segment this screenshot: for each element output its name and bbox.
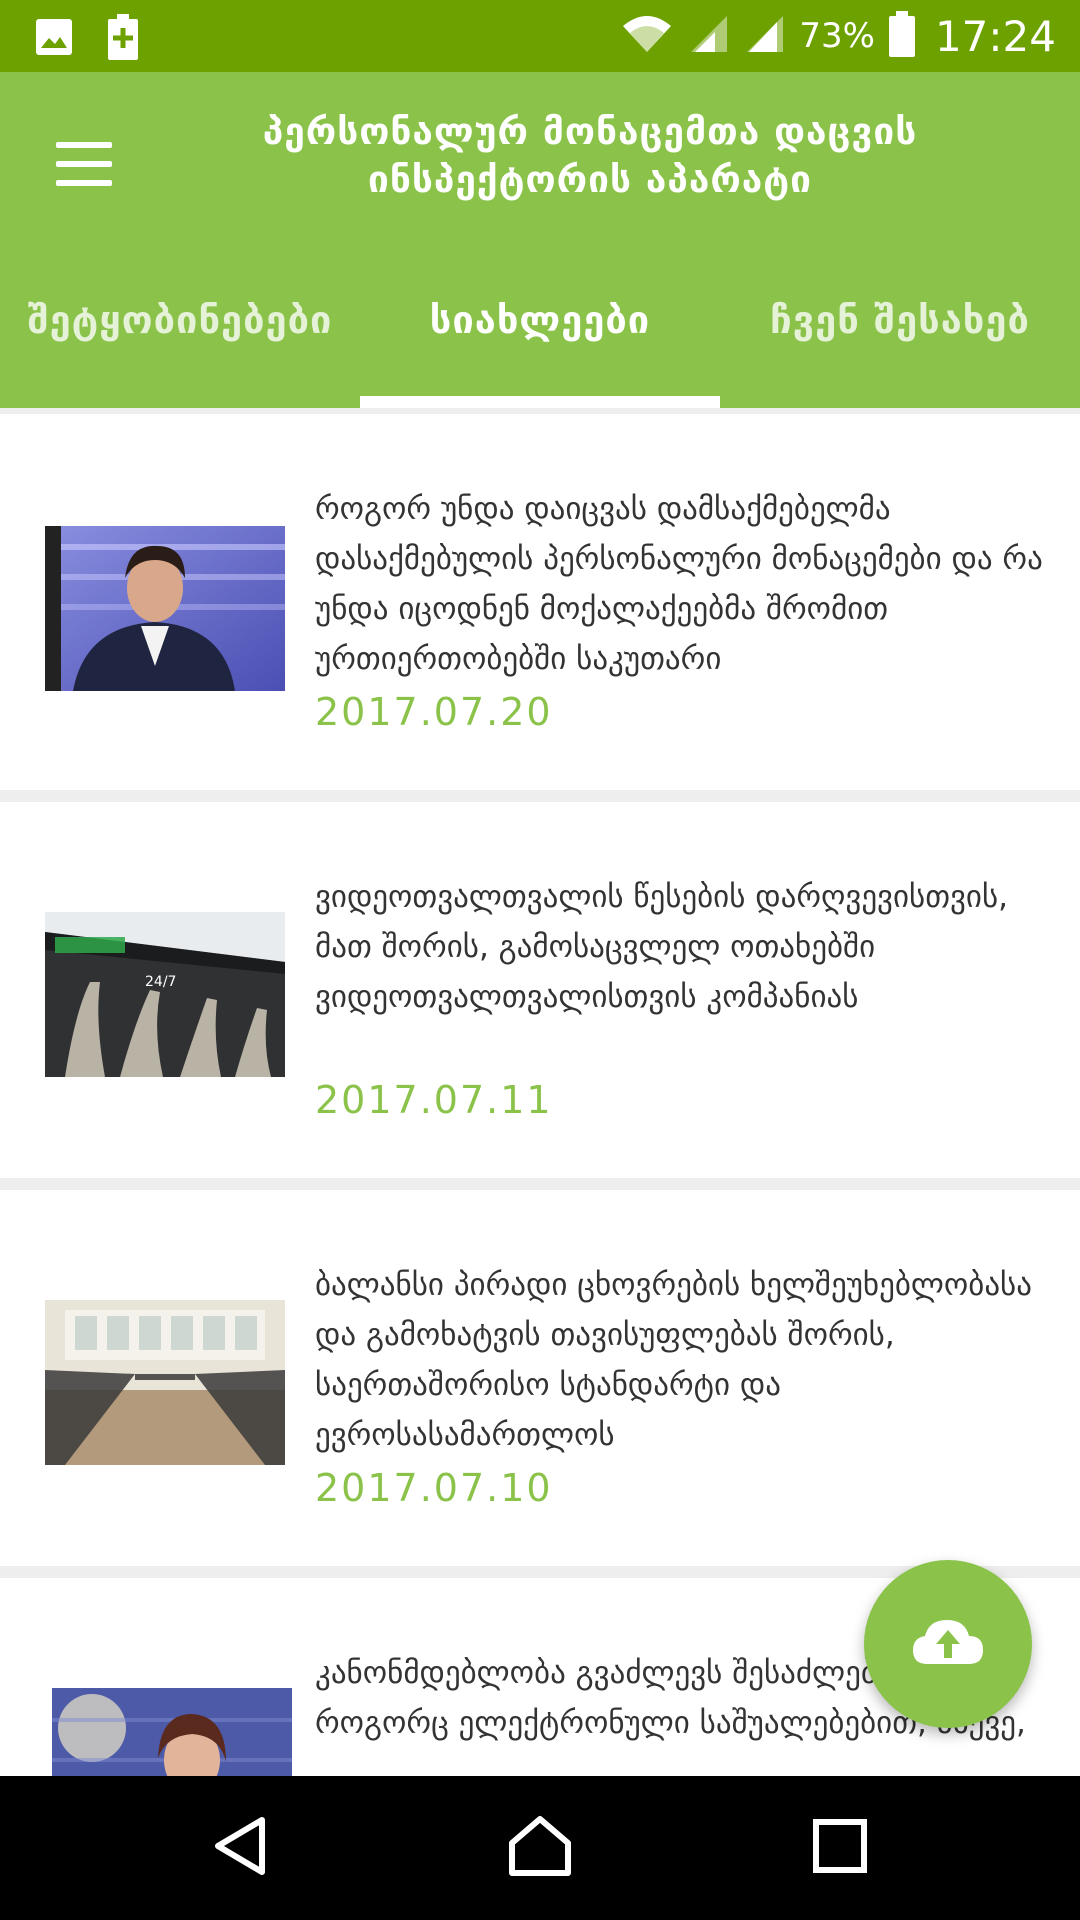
- tab-bar: შეტყობინებები სიახლეები ჩვენ შესახებ: [0, 268, 1080, 408]
- status-left-icons: [34, 14, 138, 64]
- status-right: 73% 17:24: [621, 0, 1056, 72]
- signal-icon: [687, 14, 729, 58]
- app-title: პერსონალურ მონაცემთა დაცვის ინსპექტორის …: [200, 108, 980, 204]
- menu-icon[interactable]: [40, 124, 128, 204]
- news-item[interactable]: როგორ უნდა დაიცვას დამსაქმებელმა დასაქმე…: [0, 414, 1080, 790]
- news-title: ვიდეოთვალთვალის წესების დარღვევისთვის, მ…: [315, 879, 1009, 1015]
- home-button[interactable]: [480, 1806, 600, 1890]
- upload-fab[interactable]: [864, 1560, 1032, 1728]
- cloud-upload-icon: [911, 1616, 985, 1672]
- battery-charging-icon: [108, 14, 138, 64]
- news-date: 2017.07.10: [315, 1466, 553, 1510]
- home-icon: [508, 1815, 572, 1881]
- news-thumbnail: [45, 526, 285, 691]
- recent-apps-button[interactable]: [780, 1806, 900, 1890]
- tab-notifications[interactable]: შეტყობინებები: [0, 268, 360, 408]
- news-date: 2017.07.20: [315, 690, 553, 734]
- news-thumbnail: 24/7: [45, 912, 285, 1077]
- news-text: ბალანსი პირადი ცხოვრების ხელშეუხებლობასა…: [315, 1260, 1055, 1514]
- recent-apps-icon: [812, 1818, 868, 1878]
- news-item[interactable]: 24/7 ვიდეოთვალთვალის წესების დარღვევისთვ…: [0, 802, 1080, 1178]
- back-button[interactable]: [180, 1806, 300, 1890]
- news-title: ბალანსი პირადი ცხოვრების ხელშეუხებლობასა…: [315, 1267, 1032, 1453]
- menu-icon-line: [56, 161, 112, 167]
- thumbnail-sign-text: 24/7: [145, 974, 176, 990]
- news-text: ვიდეოთვალთვალის წესების დარღვევისთვის, მ…: [315, 872, 1055, 1126]
- news-thumbnail: [52, 1688, 292, 1776]
- clock: 17:24: [934, 11, 1056, 61]
- news-thumbnail: [45, 1300, 285, 1465]
- tab-news[interactable]: სიახლეები: [360, 268, 720, 408]
- menu-icon-line: [56, 180, 112, 186]
- tab-about-us[interactable]: ჩვენ შესახებ: [720, 268, 1080, 408]
- news-date: 2017.07.11: [315, 1078, 553, 1122]
- battery-icon: [888, 11, 915, 61]
- back-icon: [212, 1816, 268, 1880]
- news-title: როგორ უნდა დაიცვას დამსაქმებელმა დასაქმე…: [315, 491, 1043, 677]
- news-text: როგორ უნდა დაიცვას დამსაქმებელმა დასაქმე…: [315, 484, 1055, 738]
- menu-icon-line: [56, 142, 112, 148]
- system-nav-bar: [0, 1776, 1080, 1920]
- status-bar: 73% 17:24: [0, 0, 1080, 72]
- news-item[interactable]: ბალანსი პირადი ცხოვრების ხელშეუხებლობასა…: [0, 1190, 1080, 1566]
- app-title-line2: ინსპექტორის აპარატი: [367, 158, 813, 201]
- app-bar: პერსონალურ მონაცემთა დაცვის ინსპექტორის …: [0, 72, 1080, 408]
- image-icon: [34, 17, 74, 61]
- active-tab-indicator: [360, 396, 720, 408]
- wifi-icon: [621, 14, 673, 58]
- signal-icon: [743, 14, 785, 58]
- app-title-line1: პერსონალურ მონაცემთა დაცვის: [262, 110, 918, 153]
- battery-percent: 73%: [799, 16, 875, 56]
